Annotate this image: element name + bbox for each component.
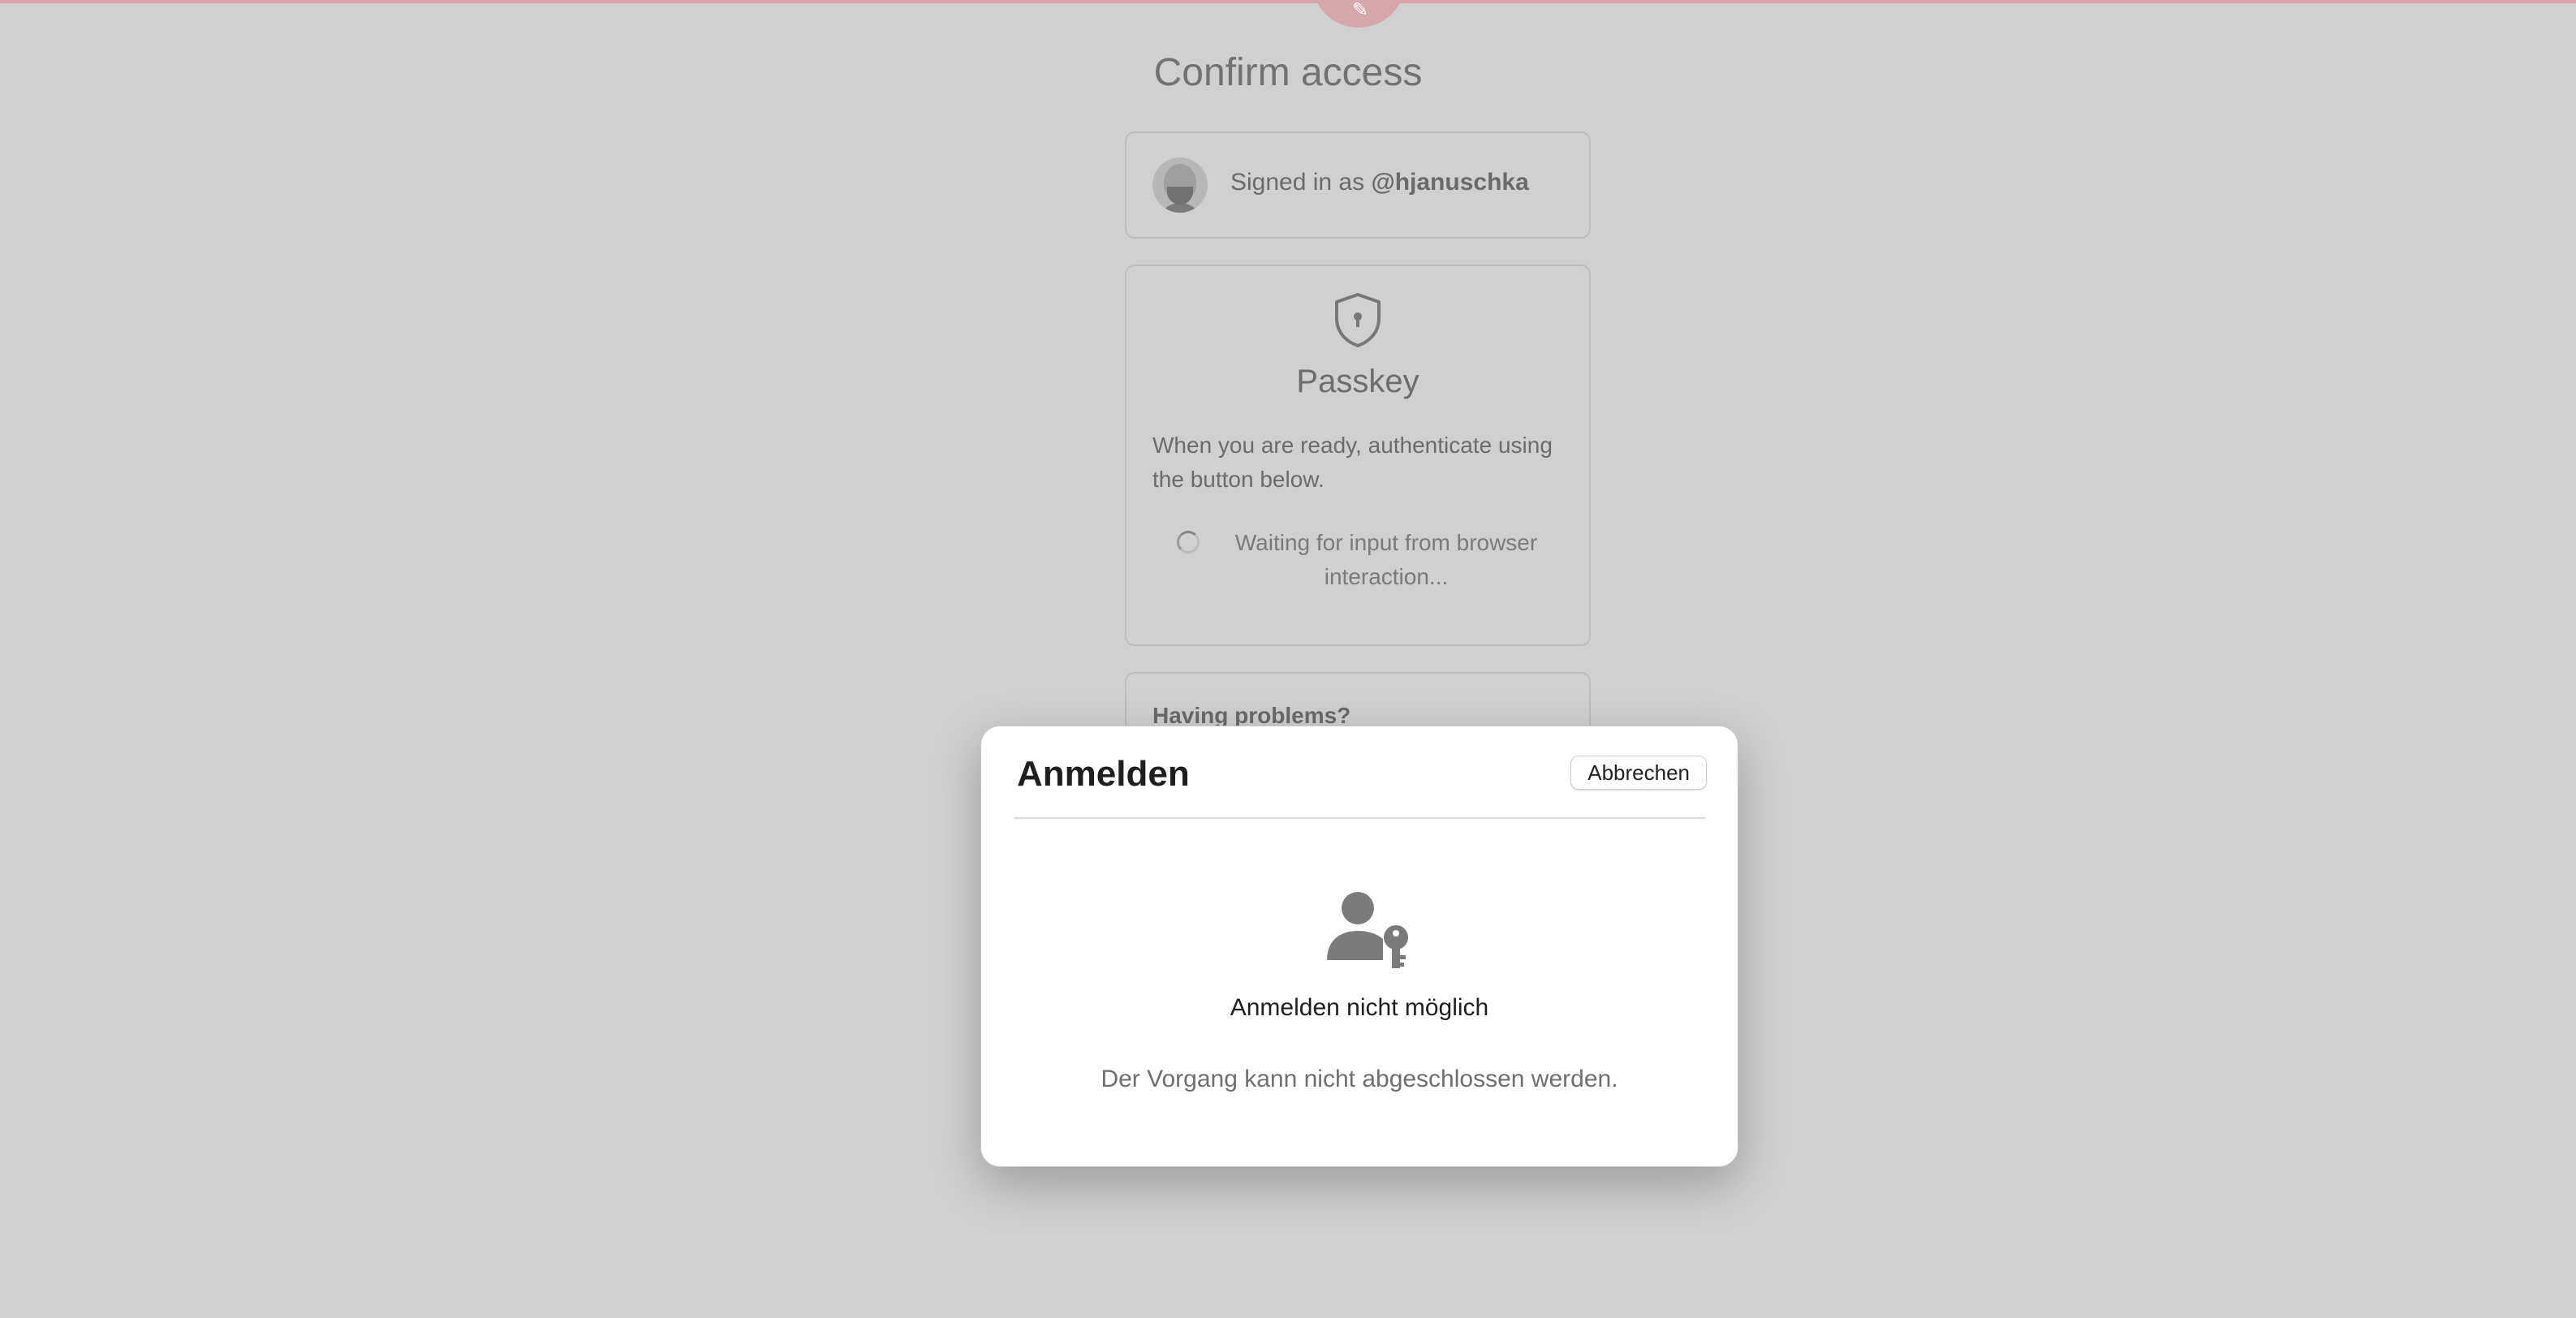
signed-in-prefix: Signed in as: [1230, 169, 1372, 196]
sign-in-dialog: Anmelden Abbrechen Anmelden nicht möglic…: [980, 726, 1738, 1167]
header-logo-badge[interactable]: ✎: [1312, 0, 1406, 28]
dialog-message: Anmelden nicht möglich: [1230, 994, 1489, 1021]
username: @hjanuschka: [1371, 169, 1529, 196]
avatar: [1152, 157, 1208, 213]
dialog-divider: [1014, 817, 1705, 819]
passkey-card: Passkey When you are ready, authenticate…: [1125, 265, 1591, 646]
signed-in-text: Signed in as @hjanuschka: [1230, 169, 1529, 196]
passkey-title: Passkey: [1296, 364, 1419, 399]
passkey-description: When you are ready, authenticate using t…: [1152, 433, 1553, 492]
page-title: Confirm access: [1153, 51, 1423, 94]
dialog-title: Anmelden: [1017, 754, 1190, 794]
person-key-icon: [1327, 892, 1408, 968]
feather-icon: ✎: [1352, 0, 1369, 21]
waiting-status: Waiting for input from browser interacti…: [1234, 530, 1538, 589]
spinner-icon: [1177, 531, 1200, 553]
cancel-button[interactable]: Abbrechen: [1570, 756, 1707, 790]
shield-keyhole-icon: [1335, 293, 1381, 347]
signed-in-card: Signed in as @hjanuschka: [1125, 131, 1591, 239]
header-accent-line: [0, 0, 2576, 3]
dialog-detail: Der Vorgang kann nicht abgeschlossen wer…: [1101, 1066, 1618, 1092]
